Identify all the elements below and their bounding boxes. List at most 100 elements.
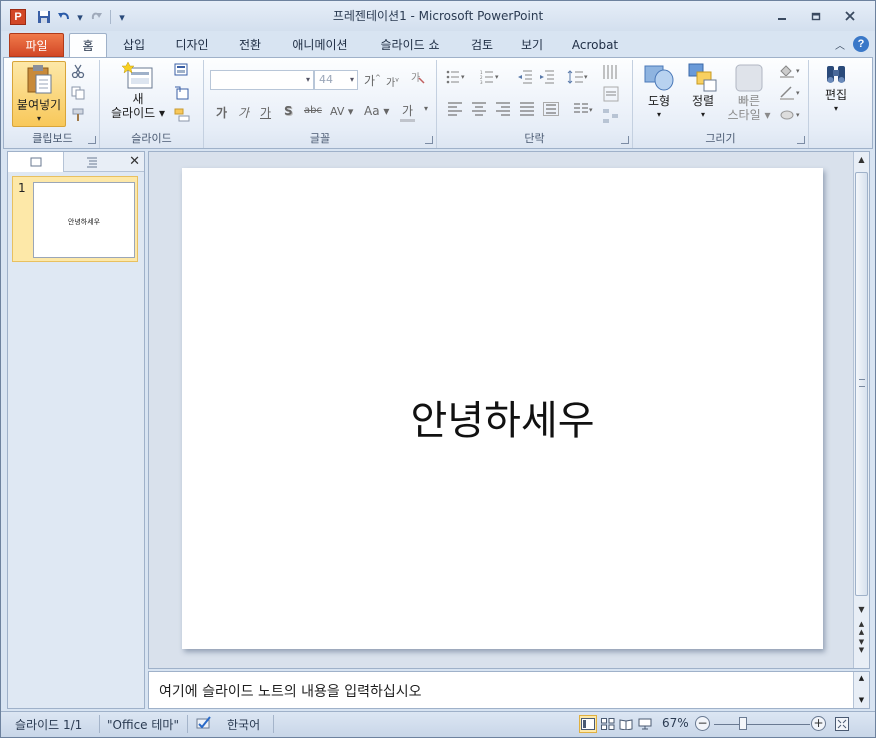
arrange-button[interactable]: 정렬 ▾ xyxy=(681,62,725,132)
align-center-icon[interactable] xyxy=(469,102,489,122)
shape-effects-icon[interactable]: ▾ xyxy=(777,108,805,128)
justify-icon[interactable] xyxy=(517,102,537,122)
quick-styles-button[interactable]: 빠른 스타일 ▾ xyxy=(725,62,773,134)
tab-insert[interactable]: 삽입 xyxy=(115,33,153,57)
notes-placeholder[interactable]: 여기에 슬라이드 노트의 내용을 입력하십시오 xyxy=(159,681,422,701)
text-align-vertical-icon[interactable] xyxy=(601,86,621,106)
tab-outline-view[interactable] xyxy=(64,152,120,172)
columns-icon[interactable] xyxy=(601,64,621,84)
scroll-down-icon[interactable]: ▼ xyxy=(854,602,869,618)
text-shadow-icon[interactable]: S xyxy=(284,104,293,118)
format-painter-icon[interactable] xyxy=(68,108,88,128)
fit-to-window-icon[interactable] xyxy=(833,715,851,733)
group-label-drawing: 그리기 xyxy=(705,132,736,145)
decrease-indent-icon[interactable] xyxy=(515,70,535,90)
status-theme[interactable]: "Office 테마" xyxy=(107,716,179,733)
tab-transitions[interactable]: 전환 xyxy=(231,33,269,57)
tab-slides-view[interactable] xyxy=(8,152,64,172)
slide-canvas[interactable]: 안녕하세우 xyxy=(182,168,823,649)
close-window-icon[interactable] xyxy=(833,5,867,27)
reading-view-icon[interactable] xyxy=(617,715,635,733)
slide-vertical-scrollbar[interactable]: ▲ ▼ ▲ ▲ ▼ ▼ xyxy=(853,152,869,668)
tab-view[interactable]: 보기 xyxy=(515,33,549,57)
grow-font-icon[interactable]: 가^ xyxy=(364,72,381,89)
notes-scroll-down-icon[interactable]: ▼ xyxy=(854,694,869,706)
shrink-font-icon[interactable]: 가v xyxy=(386,74,399,89)
numbering-icon[interactable]: 1 2 3 ▾ xyxy=(477,70,503,90)
font-launcher-icon[interactable] xyxy=(425,136,433,144)
svg-text:▾: ▾ xyxy=(796,111,800,119)
paragraph-launcher-icon[interactable] xyxy=(621,136,629,144)
smartart-convert-icon[interactable] xyxy=(601,108,621,128)
slide-thumbnail-1[interactable]: 1 안녕하세우 xyxy=(12,176,138,262)
notes-scroll-up-icon[interactable]: ▲ xyxy=(854,672,869,684)
tab-animations[interactable]: 애니메이션 xyxy=(285,33,355,57)
line-spacing-icon[interactable]: ▾ xyxy=(565,70,591,90)
clear-formatting-icon[interactable]: 가 xyxy=(410,70,426,89)
text-columns-icon[interactable]: ▾ xyxy=(571,102,597,122)
minimize-ribbon-icon[interactable]: ︿ xyxy=(835,37,845,52)
svg-text:▾: ▾ xyxy=(589,106,593,114)
font-color-dropdown-icon[interactable]: ▾ xyxy=(424,104,428,113)
shapes-button[interactable]: 도형 ▾ xyxy=(637,62,681,132)
tab-file[interactable]: 파일 xyxy=(9,33,64,57)
powerpoint-window: P ▾ ▾ 프레젠테이션1 - Microsoft PowerPoint 파일 … xyxy=(0,0,876,738)
reset-slide-icon[interactable] xyxy=(172,86,192,106)
tab-slideshow[interactable]: 슬라이드 쇼 xyxy=(371,33,449,57)
copy-icon[interactable] xyxy=(68,86,88,106)
cut-icon[interactable] xyxy=(68,64,88,84)
zoom-slider-track[interactable] xyxy=(714,724,810,725)
bold-icon[interactable]: 가 xyxy=(216,104,227,121)
normal-view-icon[interactable] xyxy=(579,715,597,733)
zoom-slider-thumb[interactable] xyxy=(739,717,747,730)
drawing-launcher-icon[interactable] xyxy=(797,136,805,144)
ribbon-tab-row: 파일 홈 삽입 디자인 전환 애니메이션 슬라이드 쇼 검토 보기 Acroba… xyxy=(1,31,875,57)
scroll-up-icon[interactable]: ▲ xyxy=(854,152,869,168)
italic-icon[interactable]: 가 xyxy=(238,104,249,121)
scroll-thumb[interactable] xyxy=(855,172,868,596)
shape-outline-icon[interactable]: ▾ xyxy=(777,86,805,106)
font-size-combo[interactable]: 44 ▾ xyxy=(314,70,358,90)
section-icon[interactable] xyxy=(172,108,192,128)
clipboard-launcher-icon[interactable] xyxy=(88,136,96,144)
font-color-icon[interactable]: 가 xyxy=(400,102,416,122)
help-icon[interactable]: ? xyxy=(853,36,869,52)
tab-acrobat[interactable]: Acrobat xyxy=(567,33,623,57)
ribbon: 붙여넣기 ▾ 클립보드 새 슬라이드 ▾ 슬라이드 ▾ 44 ▾ 가^ 가v 가… xyxy=(3,57,873,149)
restore-icon[interactable] xyxy=(799,5,833,27)
slide-thumbnail-number: 1 xyxy=(18,181,26,195)
spelling-check-icon[interactable] xyxy=(195,715,213,734)
slide-title-text[interactable]: 안녕하세우 xyxy=(182,388,823,446)
change-case-icon[interactable]: Aa ▾ xyxy=(364,104,389,118)
new-slide-button[interactable]: 새 슬라이드 ▾ xyxy=(106,62,170,128)
align-right-icon[interactable] xyxy=(493,102,513,122)
zoom-out-icon[interactable]: − xyxy=(695,716,710,731)
tab-review[interactable]: 검토 xyxy=(465,33,499,57)
character-spacing-icon[interactable]: AV ▾ xyxy=(330,105,353,118)
tab-design[interactable]: 디자인 xyxy=(167,33,217,57)
increase-indent-icon[interactable] xyxy=(537,70,557,90)
status-zoom-level[interactable]: 67% xyxy=(662,716,689,730)
slide-sorter-view-icon[interactable] xyxy=(599,715,617,733)
notes-scrollbar[interactable]: ▲ ▼ xyxy=(853,672,869,708)
bullets-icon[interactable]: ▾ xyxy=(443,70,469,90)
zoom-in-icon[interactable]: + xyxy=(811,716,826,731)
underline-icon[interactable]: 가 xyxy=(260,104,271,121)
strikethrough-icon[interactable]: abc xyxy=(304,105,322,116)
previous-slide-icon[interactable]: ▲ ▲ xyxy=(854,620,869,636)
close-panel-icon[interactable]: ✕ xyxy=(129,154,140,169)
align-left-icon[interactable] xyxy=(445,102,465,122)
distributed-icon[interactable] xyxy=(541,102,561,122)
paste-button[interactable]: 붙여넣기 ▾ xyxy=(12,61,66,127)
font-name-dropdown-icon: ▾ xyxy=(305,75,310,84)
shape-fill-icon[interactable]: ▾ xyxy=(777,64,805,84)
minimize-icon[interactable] xyxy=(765,5,799,27)
next-slide-icon[interactable]: ▼ ▼ xyxy=(854,638,869,654)
slideshow-view-icon[interactable] xyxy=(636,715,654,733)
layout-icon[interactable] xyxy=(172,63,192,83)
status-language[interactable]: 한국어 xyxy=(227,716,260,733)
editing-button[interactable]: 편집 ▾ xyxy=(815,62,857,132)
notes-pane[interactable]: 여기에 슬라이드 노트의 내용을 입력하십시오 ▲ ▼ xyxy=(148,671,870,709)
font-name-combo[interactable]: ▾ xyxy=(210,70,314,90)
tab-home[interactable]: 홈 xyxy=(69,33,107,57)
